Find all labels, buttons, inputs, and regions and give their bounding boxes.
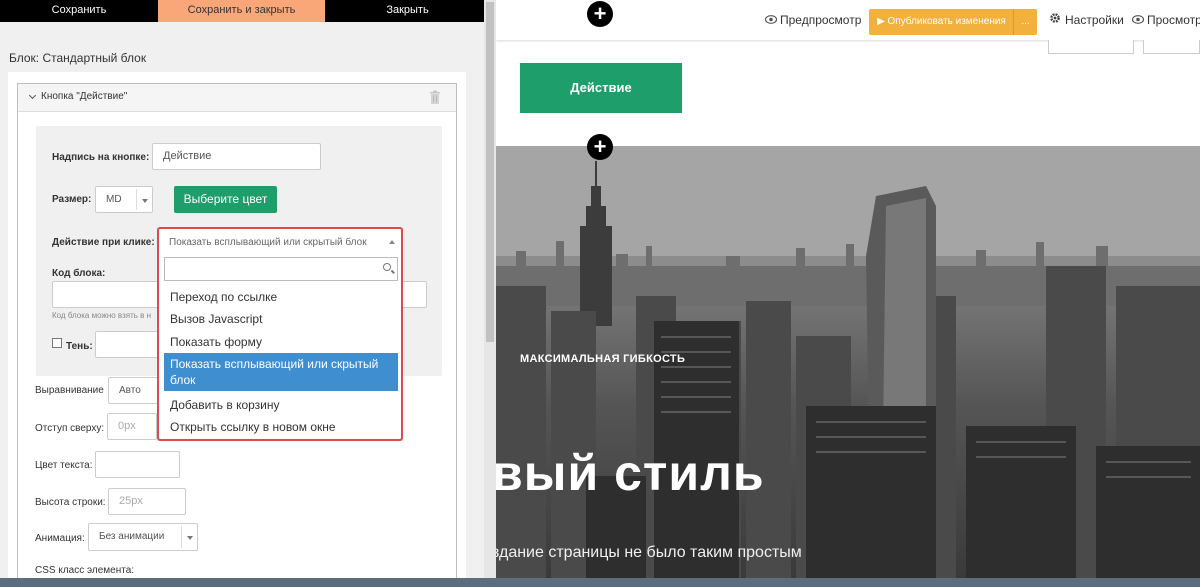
- dropdown-option[interactable]: Показать форму: [164, 331, 398, 353]
- element-panel-title: Кнопка "Действие": [41, 91, 128, 102]
- dropdown-option-selected[interactable]: Показать всплывающий или скрытый блок: [164, 353, 398, 391]
- dropdown-option[interactable]: Переход по ссылке: [164, 286, 398, 308]
- search-icon: [383, 263, 391, 271]
- settings-link[interactable]: Настройки: [1065, 13, 1124, 27]
- scrollbar-thumb[interactable]: [486, 2, 494, 342]
- block-editor-panel: Сохранить Сохранить и закрыть Закрыть Бл…: [0, 0, 496, 587]
- margin-top-label: Отступ сверху:: [35, 423, 105, 434]
- shadow-label: Тень:: [66, 341, 93, 352]
- element-panel-header[interactable]: Кнопка "Действие": [18, 84, 456, 112]
- line-height-label: Высота строки:: [35, 497, 106, 508]
- dropdown-option[interactable]: Вызов Javascript: [164, 308, 398, 330]
- publish-button[interactable]: ▶ Опубликовать изменения ...: [869, 9, 1037, 35]
- choose-color-button[interactable]: Выберите цвет: [174, 186, 277, 213]
- animation-label: Анимация:: [35, 533, 85, 544]
- text-color-input[interactable]: [95, 451, 180, 478]
- click-action-value: Показать всплывающий или скрытый блок: [169, 237, 367, 248]
- hero-title: вый стиль: [496, 445, 765, 501]
- chevron-down-icon[interactable]: [28, 91, 37, 100]
- hero-kicker: МАКСИМАЛЬНАЯ ГИБКОСТЬ: [520, 353, 686, 365]
- editor-toolbar: Сохранить Сохранить и закрыть Закрыть: [0, 0, 490, 22]
- dropdown-option[interactable]: Открыть ссылку в новом окне: [164, 416, 398, 438]
- button-label-input[interactable]: Действие: [152, 143, 321, 170]
- css-class-label: CSS класс элемента:: [35, 565, 135, 576]
- align-select[interactable]: Авто: [108, 377, 158, 404]
- add-block-button[interactable]: +: [587, 134, 613, 160]
- view-link[interactable]: Просмотр: [1147, 13, 1200, 27]
- chevron-down-icon: [142, 199, 148, 203]
- bottom-bar: [0, 578, 1200, 587]
- size-select[interactable]: MD: [95, 186, 153, 213]
- margin-top-input[interactable]: 0px: [107, 413, 157, 440]
- action-button-preview[interactable]: Действие: [520, 63, 682, 113]
- eye-icon: [765, 15, 777, 24]
- hero-subtitle: здание страницы не было таким простым: [496, 544, 802, 561]
- block-code-hint: Код блока можно взять в н: [52, 311, 152, 320]
- editor-scrollbar[interactable]: [484, 0, 496, 587]
- publish-button-label: ▶ Опубликовать изменения: [877, 16, 1006, 27]
- animation-select[interactable]: Без анимации: [88, 523, 198, 551]
- shadow-checkbox[interactable]: [52, 338, 62, 348]
- click-action-label: Действие при клике:: [52, 237, 155, 248]
- chevron-up-icon: [389, 240, 395, 244]
- align-label: Выравнивание: [35, 385, 104, 396]
- size-value: MD: [106, 194, 122, 205]
- save-button[interactable]: Сохранить: [0, 0, 158, 22]
- size-label: Размер:: [52, 194, 92, 205]
- preview-link[interactable]: Предпросмотр: [780, 13, 861, 27]
- trash-icon[interactable]: [429, 90, 441, 104]
- hero-section: МАКСИМАЛЬНАЯ ГИБКОСТЬ вый стиль здание с…: [496, 146, 1200, 578]
- eye-icon: [1132, 15, 1144, 24]
- save-and-close-button[interactable]: Сохранить и закрыть: [158, 0, 325, 22]
- button-label-label: Надпись на кнопке:: [52, 152, 150, 163]
- add-block-button[interactable]: +: [587, 1, 613, 27]
- animation-value: Без анимации: [99, 531, 165, 542]
- align-value: Авто: [119, 385, 141, 396]
- click-action-dropdown: Переход по ссылке Вызов Javascript Показ…: [157, 253, 403, 441]
- block-code-label: Код блока:: [52, 268, 106, 279]
- publish-more-button[interactable]: ...: [1013, 9, 1037, 35]
- block-tools[interactable]: [1048, 40, 1134, 54]
- block-title: Блок: Стандартный блок: [9, 51, 147, 65]
- shadow-input[interactable]: [95, 331, 165, 358]
- page-preview: Предпросмотр ▶ Опубликовать изменения ..…: [496, 0, 1200, 587]
- click-action-select[interactable]: Показать всплывающий или скрытый блок: [157, 227, 403, 254]
- block-move-tools[interactable]: [1143, 40, 1200, 54]
- dropdown-search-input[interactable]: [164, 257, 398, 281]
- text-color-label: Цвет текста:: [35, 460, 93, 471]
- dropdown-option[interactable]: Добавить в корзину: [164, 394, 398, 416]
- line-height-input[interactable]: 25px: [108, 488, 186, 515]
- chevron-down-icon: [187, 536, 193, 540]
- close-button[interactable]: Закрыть: [325, 0, 490, 22]
- gear-icon: [1050, 13, 1060, 23]
